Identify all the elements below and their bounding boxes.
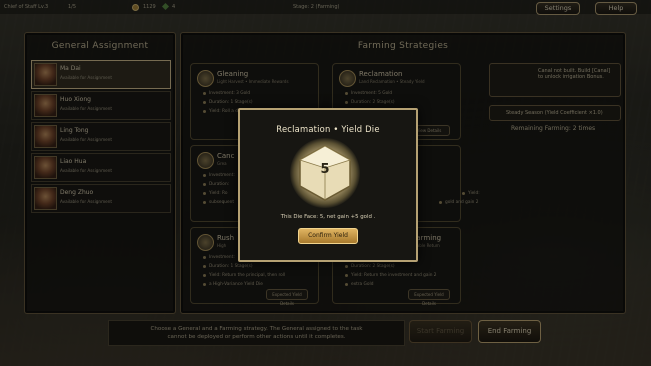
modal-title: Reclamation • Yield Die <box>276 124 380 134</box>
modal-result: This Die Face: 5, net gain +5 gold . <box>280 214 376 220</box>
yield-die-modal: Reclamation • Yield Die 5 This Die Face:… <box>238 108 418 262</box>
confirm-yield-button[interactable]: Confirm Yield <box>298 228 358 244</box>
die-value: 5 <box>320 162 330 177</box>
die-icon: 5 <box>290 138 360 208</box>
